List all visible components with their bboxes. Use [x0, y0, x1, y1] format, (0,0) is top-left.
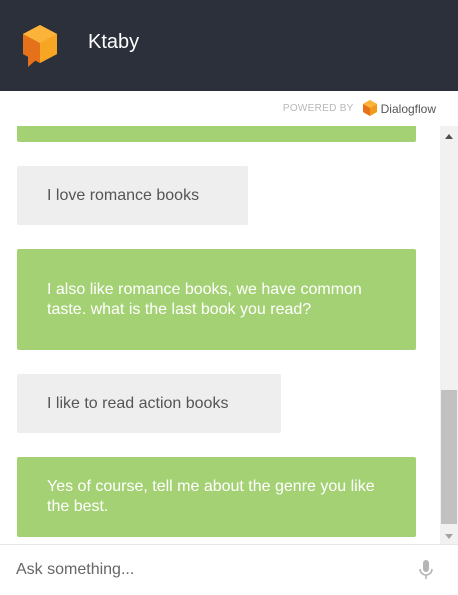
conversation-pane[interactable]: I love romance books I also like romance… — [0, 126, 440, 544]
chat-header: Ktaby — [0, 0, 458, 91]
bot-message-text: Yes of course, tell me about the genre y… — [47, 478, 375, 515]
dialogflow-logo-icon — [362, 100, 377, 116]
user-message: I like to read action books — [17, 374, 281, 433]
microphone-icon[interactable] — [416, 559, 436, 581]
dialogflow-brand-name: Dialogflow — [380, 101, 436, 116]
powered-by-label: POWERED BY — [282, 103, 354, 114]
agent-title: Ktaby — [88, 31, 140, 53]
bot-message: Yes of course, tell me about the genre y… — [17, 457, 416, 537]
user-message: I love romance books — [17, 166, 248, 225]
query-input-bar — [0, 544, 458, 595]
query-input[interactable] — [16, 558, 396, 582]
scrollbar-thumb[interactable] — [441, 390, 457, 524]
user-message-text: I like to read action books — [47, 394, 229, 412]
powered-by-bar: POWERED BY Dialogflow — [0, 91, 458, 126]
chat-widget: Ktaby POWERED BY Dialogflow I love roman… — [0, 0, 458, 595]
bot-message — [17, 126, 416, 142]
bot-message-text: I also like romance books, we have commo… — [47, 280, 362, 318]
scroll-down-arrow-icon[interactable] — [440, 530, 458, 542]
user-message-text: I love romance books — [47, 186, 200, 204]
agent-logo-icon — [23, 25, 57, 67]
scroll-up-arrow-icon[interactable] — [440, 130, 458, 142]
conversation-scrollbar[interactable] — [440, 126, 458, 544]
bot-message: I also like romance books, we have commo… — [17, 249, 416, 350]
